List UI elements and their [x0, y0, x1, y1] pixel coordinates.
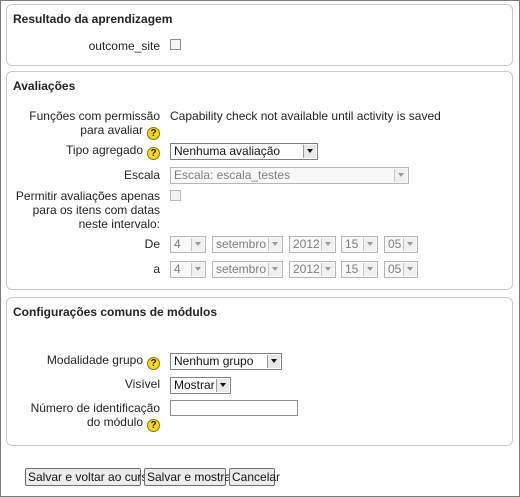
chevron-down-icon — [267, 355, 280, 368]
from-hour-value: 15 — [345, 237, 359, 251]
save-return-button[interactable]: Salvar e voltar ao curso — [25, 468, 154, 486]
chevron-down-icon — [268, 263, 281, 276]
visible-select-value: Mostrar — [174, 378, 215, 392]
to-year-select[interactable]: 2012 — [289, 261, 336, 278]
aggregate-select[interactable]: Nenhuma avaliação — [170, 143, 318, 160]
help-icon[interactable]: ? — [147, 419, 160, 432]
permissions-label: Funções com permissão para avaliar? — [14, 109, 160, 140]
chevron-down-icon — [363, 238, 376, 251]
outcome-site-checkbox[interactable] — [170, 39, 181, 50]
from-year-select[interactable]: 2012 — [289, 236, 336, 253]
to-label: a — [153, 262, 160, 276]
fieldset-outcomes-legend: Resultado da aprendizagem — [13, 12, 173, 26]
permissions-label-text: Funções com permissão para avaliar — [29, 109, 160, 137]
from-day-value: 4 — [174, 237, 181, 251]
save-display-button[interactable]: Salvar e mostrar — [144, 468, 235, 486]
chevron-down-icon — [394, 169, 407, 182]
visible-select[interactable]: Mostrar — [170, 377, 231, 394]
to-day-value: 4 — [174, 262, 181, 276]
permissions-info-text: Capability check not available until act… — [170, 109, 441, 123]
chevron-down-icon — [363, 263, 376, 276]
help-icon[interactable]: ? — [147, 127, 160, 140]
from-year-value: 2012 — [293, 237, 320, 251]
idnumber-label-text: Número de identificação do módulo — [30, 401, 160, 429]
from-month-select[interactable]: setembro — [212, 236, 283, 253]
from-day-select[interactable]: 4 — [170, 236, 206, 253]
chevron-down-icon — [216, 379, 229, 392]
to-month-select[interactable]: setembro — [212, 261, 283, 278]
cancel-button[interactable]: Cancelar — [229, 468, 280, 486]
outcome-site-label: outcome_site — [88, 39, 160, 53]
time-restrict-label: Permitir avaliações apenas para os itens… — [15, 189, 160, 231]
fieldset-outcomes: Resultado da aprendizagem — [6, 4, 513, 66]
to-day-select[interactable]: 4 — [170, 261, 206, 278]
to-hour-value: 15 — [345, 262, 359, 276]
to-month-value: setembro — [216, 262, 267, 276]
to-hour-select[interactable]: 15 — [341, 261, 378, 278]
chevron-down-icon — [403, 238, 416, 251]
help-icon[interactable]: ? — [147, 147, 160, 160]
chevron-down-icon — [321, 263, 334, 276]
fieldset-common-legend: Configurações comuns de módulos — [13, 305, 218, 319]
aggregate-select-value: Nenhuma avaliação — [174, 144, 281, 158]
chevron-down-icon — [191, 238, 204, 251]
idnumber-input[interactable] — [170, 400, 298, 416]
chevron-down-icon — [321, 238, 334, 251]
aggregate-label: Tipo agregado? — [14, 143, 160, 160]
help-icon[interactable]: ? — [147, 357, 160, 370]
from-hour-select[interactable]: 15 — [341, 236, 378, 253]
to-minute-select[interactable]: 05 — [384, 261, 418, 278]
scale-label: Escala — [123, 168, 160, 182]
visible-label: Visível — [124, 377, 160, 391]
from-minute-value: 05 — [388, 237, 402, 251]
group-mode-label-text: Modalidade grupo — [46, 353, 143, 367]
to-minute-value: 05 — [388, 262, 402, 276]
from-minute-select[interactable]: 05 — [384, 236, 418, 253]
chevron-down-icon — [303, 145, 316, 158]
aggregate-label-text: Tipo agregado — [66, 143, 143, 157]
idnumber-label: Número de identificação do módulo? — [14, 401, 160, 432]
group-mode-select[interactable]: Nenhum grupo — [170, 353, 282, 370]
scale-select-value: Escala: escala_testes — [174, 168, 291, 182]
scale-select[interactable]: Escala: escala_testes — [170, 167, 409, 184]
from-month-value: setembro — [216, 237, 267, 251]
time-restrict-checkbox[interactable] — [170, 190, 181, 201]
fieldset-ratings-legend: Avaliações — [13, 79, 76, 93]
group-mode-select-value: Nenhum grupo — [174, 354, 254, 368]
chevron-down-icon — [191, 263, 204, 276]
to-year-value: 2012 — [293, 262, 320, 276]
group-mode-label: Modalidade grupo? — [14, 353, 160, 370]
chevron-down-icon — [403, 263, 416, 276]
from-label: De — [144, 237, 160, 251]
chevron-down-icon — [268, 238, 281, 251]
